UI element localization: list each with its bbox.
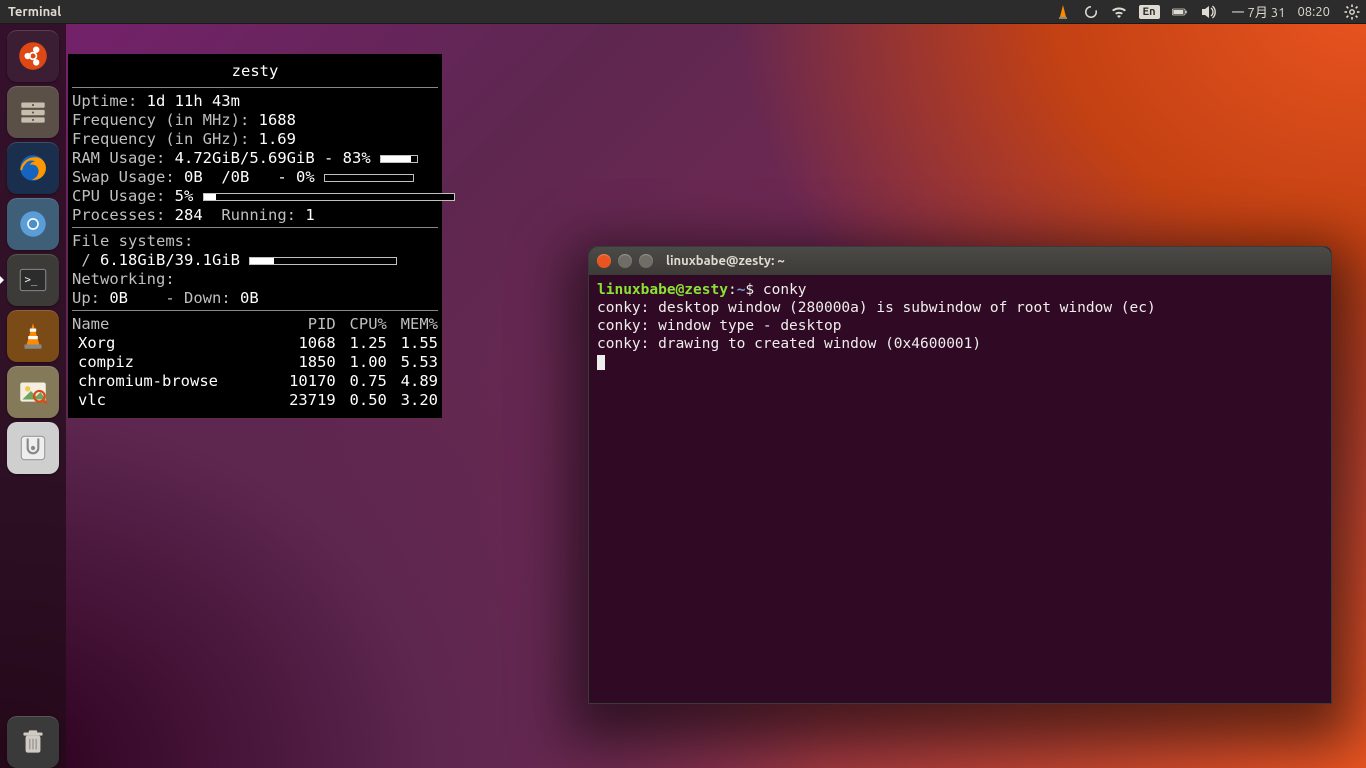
launcher-image-viewer[interactable] bbox=[7, 366, 59, 418]
terminal-window[interactable]: linuxbabe@zesty: ~ linuxbabe@zesty:~$ co… bbox=[588, 246, 1332, 704]
window-maximize-icon[interactable] bbox=[639, 254, 653, 268]
conky-process-table: Name PID CPU% MEM% Xorg10681.251.55compi… bbox=[72, 315, 438, 410]
conky-widget: zesty Uptime: 1d 11h 43m Frequency (in M… bbox=[68, 54, 442, 418]
terminal-title: linuxbabe@zesty: ~ bbox=[666, 254, 785, 268]
sync-icon[interactable] bbox=[1083, 4, 1099, 20]
clock-date[interactable]: 一 7月 31 bbox=[1232, 2, 1286, 21]
launcher-chromium[interactable] bbox=[7, 198, 59, 250]
ime-indicator[interactable]: En bbox=[1139, 5, 1160, 19]
table-row: chromium-browse101700.754.89 bbox=[72, 372, 438, 391]
launcher-terminal[interactable]: >_ bbox=[7, 254, 59, 306]
clock-time[interactable]: 08:20 bbox=[1297, 5, 1330, 19]
top-menubar: Terminal En 一 7月 31 08:20 bbox=[0, 0, 1366, 24]
active-app-title: Terminal bbox=[8, 5, 61, 19]
launcher-trash[interactable] bbox=[7, 716, 59, 768]
window-minimize-icon[interactable] bbox=[618, 254, 632, 268]
terminal-titlebar[interactable]: linuxbabe@zesty: ~ bbox=[589, 247, 1331, 275]
table-row: compiz18501.005.53 bbox=[72, 353, 438, 372]
vlc-tray-icon[interactable] bbox=[1055, 4, 1071, 20]
unity-launcher: >_ bbox=[0, 24, 66, 768]
terminal-body[interactable]: linuxbabe@zesty:~$ conky conky: desktop … bbox=[589, 275, 1331, 703]
launcher-disk[interactable] bbox=[7, 422, 59, 474]
table-row: Xorg10681.251.55 bbox=[72, 334, 438, 353]
volume-icon[interactable] bbox=[1200, 4, 1216, 20]
table-row: vlc237190.503.20 bbox=[72, 391, 438, 410]
launcher-files[interactable] bbox=[7, 86, 59, 138]
battery-icon[interactable] bbox=[1172, 4, 1188, 20]
launcher-firefox[interactable] bbox=[7, 142, 59, 194]
launcher-vlc[interactable] bbox=[7, 310, 59, 362]
terminal-cursor bbox=[597, 355, 605, 370]
system-tray: En 一 7月 31 08:20 bbox=[1055, 2, 1360, 21]
svg-text:>_: >_ bbox=[25, 273, 38, 286]
launcher-dash[interactable] bbox=[7, 30, 59, 82]
window-close-icon[interactable] bbox=[597, 254, 611, 268]
settings-gear-icon[interactable] bbox=[1344, 4, 1360, 20]
conky-hostname: zesty bbox=[72, 62, 438, 81]
network-wifi-icon[interactable] bbox=[1111, 4, 1127, 20]
